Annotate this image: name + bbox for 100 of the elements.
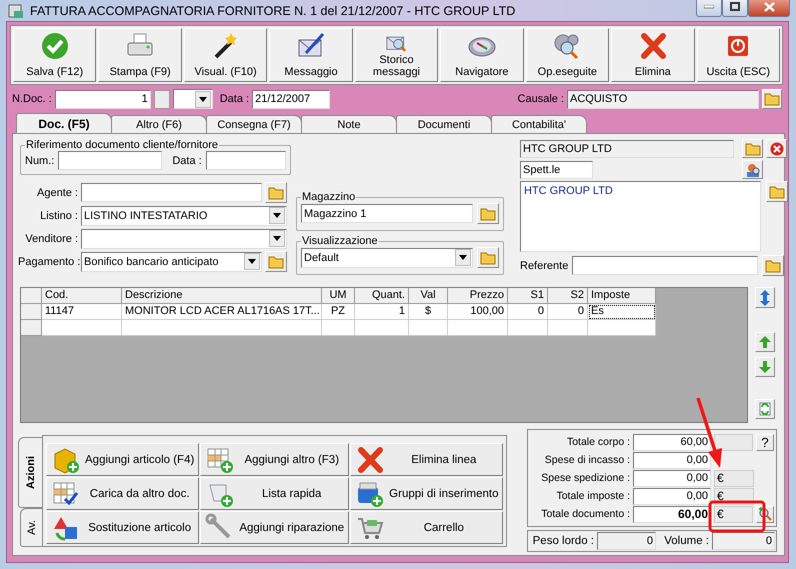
folder-button[interactable] <box>265 251 287 272</box>
number-field[interactable] <box>58 151 162 170</box>
action-button[interactable]: Gruppi di inserimento <box>350 477 504 510</box>
caret-icon <box>248 259 256 264</box>
text-field[interactable]: Magazzino 1 <box>301 204 473 223</box>
field-label: Totale corpo : <box>566 436 630 448</box>
action-button[interactable]: Sostituzione articolo <box>46 511 200 544</box>
folder-button[interactable] <box>477 203 499 224</box>
maximize-button[interactable] <box>722 0 748 16</box>
toolbar-button[interactable]: Elimina <box>611 28 694 82</box>
folder-icon <box>769 184 785 198</box>
toolbar-button[interactable]: Salva (F12) <box>13 28 96 82</box>
caret-icon <box>459 255 467 260</box>
action-button[interactable]: Aggiungi altro (F3) <box>200 443 350 476</box>
row-header <box>21 288 42 304</box>
move-up-button[interactable] <box>755 332 776 352</box>
toolbar-button[interactable]: Stampa (F9) <box>98 28 182 82</box>
date-field[interactable] <box>206 151 286 170</box>
vertical-tab[interactable]: Av. <box>20 508 42 547</box>
field-label: Venditore : <box>24 232 78 244</box>
column-header: Val <box>409 288 448 304</box>
folder-button[interactable] <box>766 181 788 202</box>
toolbar-button[interactable]: Uscita (ESC) <box>696 28 780 82</box>
field-label: Data : <box>172 154 202 166</box>
action-button[interactable]: Aggiungi riparazione <box>200 511 350 544</box>
magnifier-plus-icon <box>758 507 772 521</box>
up-down-arrow-icon <box>760 290 770 306</box>
action-button[interactable]: Carica da altro doc. <box>46 477 200 510</box>
tab[interactable]: Contabilita' <box>491 115 587 133</box>
field-label: Agente : <box>36 186 78 198</box>
close-button[interactable] <box>748 0 790 16</box>
help-button[interactable]: ? <box>756 434 774 450</box>
move-down-button[interactable] <box>755 357 776 377</box>
search-person-button[interactable] <box>742 160 763 179</box>
date-field[interactable]: 21/12/2007 <box>252 90 330 108</box>
dropdown[interactable]: LISTINO INTESTATARIO <box>81 206 287 226</box>
column-header: Prezzo <box>448 288 508 304</box>
folder-icon <box>764 92 780 106</box>
folder-button[interactable] <box>742 139 763 158</box>
action-button[interactable]: Aggiungi articolo (F4) <box>46 443 200 476</box>
dropdown[interactable]: Bonifico bancario anticipato <box>81 252 262 272</box>
tab[interactable]: Documenti <box>396 115 492 133</box>
table-cell: MONITOR LCD ACER AL1716AS 17T... <box>122 304 322 320</box>
vertical-tab[interactable]: Azioni <box>18 437 42 508</box>
tab[interactable]: Doc. (F5) <box>16 113 112 133</box>
total-field[interactable]: 0,00 <box>633 470 711 486</box>
total-field[interactable]: 60,00 <box>633 434 711 450</box>
total-field[interactable]: 60,00 <box>633 506 711 522</box>
series-button[interactable] <box>154 90 170 108</box>
field-label: Data : <box>220 93 250 105</box>
field-label: Spese spedizione : <box>540 472 630 484</box>
tab[interactable]: Consegna (F7) <box>206 115 302 133</box>
referente-field[interactable] <box>572 256 758 275</box>
group-title: Riferimento documento cliente/fornitore <box>25 139 219 151</box>
toolbar-button[interactable]: Op.eseguite <box>526 28 610 82</box>
folder-icon <box>480 250 496 264</box>
tab[interactable]: Altro (F6) <box>111 115 207 133</box>
table-cell <box>508 320 548 336</box>
table-cell <box>588 320 656 336</box>
toolbar-button[interactable]: Navigatore <box>440 28 524 82</box>
table-cell <box>355 320 409 336</box>
weight-field[interactable]: 0 <box>597 532 656 550</box>
toolbar-button[interactable]: Storico messaggi <box>354 28 438 82</box>
tab[interactable]: Note <box>301 115 397 133</box>
document-number-field[interactable]: 1 <box>54 90 151 108</box>
folder-button[interactable] <box>265 182 287 203</box>
table-cell <box>322 320 355 336</box>
field-label: Totale documento : <box>540 508 630 520</box>
total-field[interactable]: 0,00 <box>633 452 711 468</box>
folder-icon <box>268 254 284 268</box>
causale-field[interactable]: ACQUISTO <box>567 90 759 108</box>
caret-icon <box>273 236 281 241</box>
minimize-button[interactable] <box>696 0 722 16</box>
action-button[interactable]: Lista rapida <box>200 477 350 510</box>
refresh-button[interactable] <box>755 399 776 419</box>
table-cell: 11147 <box>42 304 122 320</box>
total-field[interactable]: 0,00 <box>633 488 711 504</box>
group-title: Visualizzazione <box>301 235 379 247</box>
text-field[interactable] <box>81 183 262 202</box>
volume-field[interactable]: 0 <box>712 532 775 550</box>
address-box[interactable]: HTC GROUP LTD <box>520 181 761 252</box>
dropdown[interactable] <box>172 89 213 109</box>
action-button[interactable]: Elimina linea <box>350 443 504 476</box>
folder-button[interactable] <box>762 89 782 109</box>
folder-button[interactable] <box>477 247 499 268</box>
toolbar-button[interactable]: Messaggio <box>269 28 353 82</box>
folder-button[interactable] <box>762 255 784 276</box>
reorder-button[interactable] <box>755 287 776 308</box>
dropdown[interactable]: Default <box>301 248 473 268</box>
folder-icon <box>480 206 496 220</box>
toolbar-button[interactable]: Visual. (F10) <box>184 28 268 82</box>
folder-icon <box>765 258 782 272</box>
field-label: Totale imposte : <box>555 490 630 502</box>
refresh-icon <box>758 402 772 416</box>
action-button[interactable]: Carrello <box>350 511 504 544</box>
column-header: Imposte <box>588 288 656 304</box>
company-name-field[interactable]: HTC GROUP LTD <box>520 140 734 158</box>
field-label: Spese di incasso : <box>544 454 630 466</box>
remove-button[interactable] <box>766 139 787 158</box>
salutation-field[interactable]: Spett.le <box>520 160 593 178</box>
